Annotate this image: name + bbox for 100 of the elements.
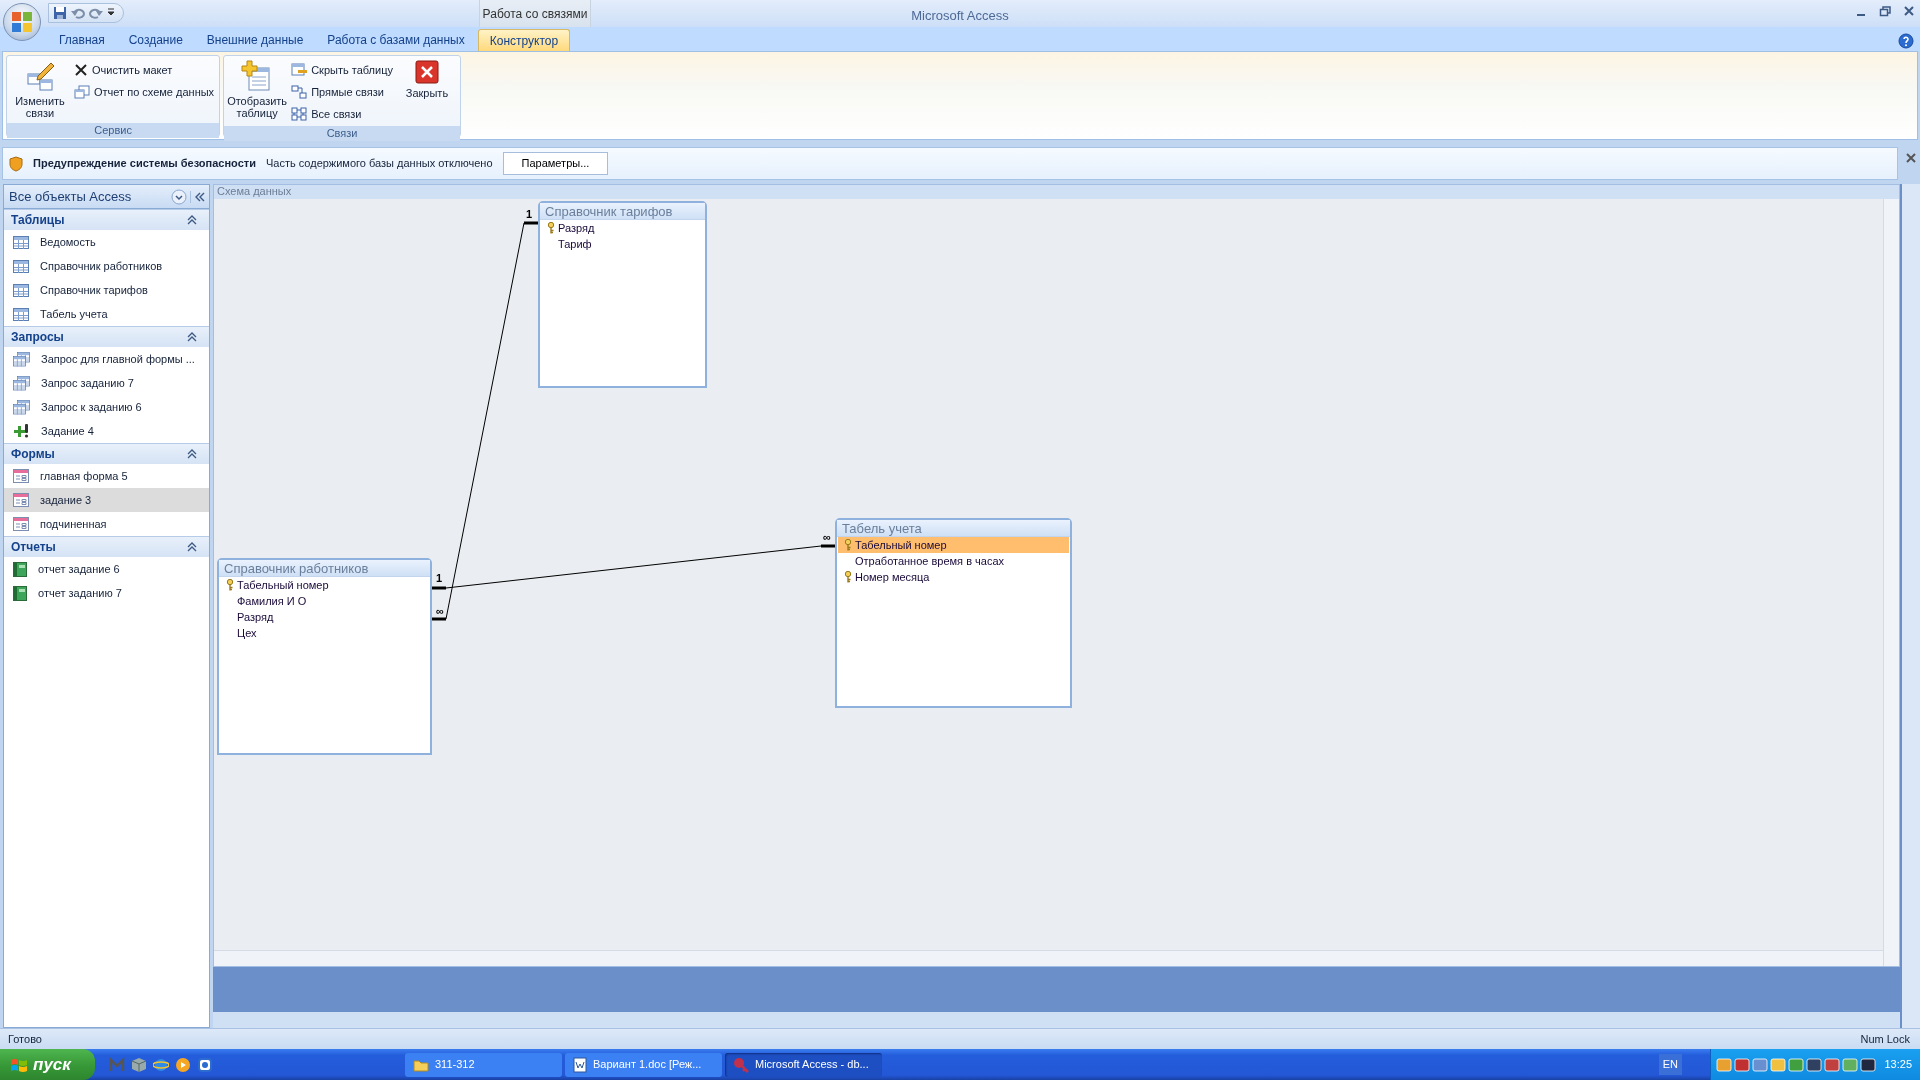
- cardinality-label: 1: [526, 208, 533, 220]
- taskbar-button[interactable]: Microsoft Access - db...: [725, 1052, 882, 1077]
- save-icon[interactable]: [53, 6, 67, 20]
- scrollbar[interactable]: [214, 950, 1883, 966]
- cardinality-label: 1: [436, 572, 443, 584]
- status-text: Готово: [8, 1031, 42, 1047]
- query-icon: [13, 351, 30, 367]
- field-row[interactable]: Табельный номер: [220, 577, 429, 593]
- ribbon-button[interactable]: Прямые связи: [289, 82, 395, 102]
- options-button[interactable]: Параметры...: [502, 152, 609, 175]
- form-icon: [13, 517, 29, 531]
- cardinality-label: ∞: [436, 605, 444, 617]
- launch-icon[interactable]: [153, 1056, 169, 1073]
- logo-icon: [11, 11, 33, 33]
- restore-icon[interactable]: [1878, 4, 1892, 18]
- taskbar-button[interactable]: 311-312: [405, 1052, 562, 1077]
- ribbon-tab[interactable]: Конструктор: [477, 29, 571, 51]
- language-indicator[interactable]: EN: [1658, 1054, 1682, 1075]
- launch-icon[interactable]: [131, 1056, 147, 1073]
- relationship-line[interactable]: [432, 544, 835, 590]
- group-header[interactable]: Таблицы: [4, 209, 209, 230]
- tray-icon[interactable]: [1806, 1056, 1822, 1073]
- plus-exclamation-icon: [13, 423, 30, 439]
- field-name: Номер месяца: [855, 569, 930, 585]
- table-icon: [13, 307, 29, 321]
- query-icon: [13, 399, 30, 415]
- group-header[interactable]: Отчеты: [4, 536, 209, 557]
- context-tab-group: Работа со связями: [479, 0, 591, 27]
- field-name: Табельный номер: [237, 577, 329, 593]
- scrollbar[interactable]: [1902, 184, 1920, 1028]
- dropdown-icon[interactable]: [171, 188, 187, 205]
- report-icon: [13, 585, 27, 601]
- group-header[interactable]: Формы: [4, 443, 209, 464]
- shield-icon: [9, 155, 23, 172]
- field-row[interactable]: Отработанное время в часах: [838, 553, 1069, 569]
- start-button[interactable]: пуск: [0, 1049, 95, 1080]
- field-row[interactable]: Разряд: [541, 220, 704, 236]
- ribbon-tab[interactable]: Создание: [117, 29, 194, 51]
- schema-window-title: Схема данных: [214, 185, 1899, 199]
- help-icon[interactable]: [1898, 32, 1914, 49]
- ribbon-tab[interactable]: Главная: [48, 29, 116, 51]
- field-name: Разряд: [237, 609, 274, 625]
- table-icon: [13, 259, 29, 273]
- field-name: Тариф: [558, 236, 592, 252]
- form-icon: [13, 493, 29, 507]
- ribbon-button[interactable]: Изменить связи: [10, 58, 70, 121]
- ribbon-button[interactable]: Закрыть: [396, 58, 457, 124]
- flag-icon: [10, 1056, 28, 1073]
- group-header[interactable]: Запросы: [4, 326, 209, 347]
- launch-icon[interactable]: [175, 1056, 191, 1073]
- taskbar-button[interactable]: Вариант 1.doc [Реж...: [565, 1052, 722, 1077]
- ribbon-button[interactable]: Отобразить таблицу: [227, 58, 288, 124]
- table-title: Табель учета: [837, 520, 1070, 537]
- field-name: Фамилия И О: [237, 593, 307, 609]
- clock: 13:25: [1884, 1057, 1912, 1073]
- field-name: Цех: [237, 625, 257, 641]
- field-row[interactable]: Номер месяца: [838, 569, 1069, 585]
- status-indicator: Num Lock: [1860, 1031, 1910, 1047]
- ribbon-button[interactable]: Скрыть таблицу: [289, 60, 395, 80]
- launch-icon[interactable]: [197, 1056, 213, 1073]
- close-icon: [414, 60, 439, 84]
- group-title: Запросы: [11, 329, 64, 346]
- group-title: Формы: [11, 446, 55, 463]
- ribbon-button[interactable]: Все связи: [289, 104, 395, 124]
- field-row[interactable]: Тариф: [541, 236, 704, 252]
- close-icon[interactable]: [1905, 152, 1917, 164]
- table-window[interactable]: Справочник работников Табельный номер Фамилия И О Разряд Цех: [217, 558, 432, 755]
- nav-item[interactable]: задание 3: [4, 488, 209, 512]
- table-title: Справочник работников: [219, 560, 430, 577]
- table-icon: [13, 283, 29, 297]
- office-button[interactable]: [3, 3, 41, 41]
- field-row[interactable]: Цех: [220, 625, 429, 641]
- field-row[interactable]: Фамилия И О: [220, 593, 429, 609]
- ribbon-tab[interactable]: Работа с базами данных: [316, 29, 476, 51]
- hide-table-icon: [291, 63, 308, 77]
- scrollbar[interactable]: [1883, 199, 1899, 966]
- table-title: Справочник тарифов: [540, 203, 705, 220]
- collapse-icon[interactable]: [194, 190, 206, 203]
- security-title: Предупреждение системы безопасности: [33, 156, 256, 172]
- undo-icon[interactable]: [71, 6, 85, 20]
- ribbon-button[interactable]: Отчет по схеме данных: [72, 82, 217, 102]
- form-icon: [13, 469, 29, 483]
- tray-icon[interactable]: [1860, 1056, 1876, 1073]
- field-row[interactable]: Табельный номер: [838, 537, 1069, 553]
- field-row[interactable]: Разряд: [220, 609, 429, 625]
- group-label: Связи: [224, 126, 460, 141]
- relationship-icon: [291, 85, 308, 99]
- cardinality-label: ∞: [823, 531, 831, 543]
- folder-icon: [413, 1057, 429, 1072]
- ribbon-button[interactable]: Очистить макет: [72, 60, 217, 80]
- field-name: Отработанное время в часах: [855, 553, 1004, 569]
- table-window[interactable]: Табель учета Табельный номер Отработанное время в часах Номер месяца: [835, 518, 1072, 708]
- security-message: Часть содержимого базы данных отключено: [265, 156, 493, 172]
- ribbon-tab[interactable]: Внешние данные: [195, 29, 315, 51]
- field-name: Разряд: [558, 220, 595, 236]
- table-icon: [13, 235, 29, 249]
- table-window[interactable]: Справочник тарифов Разряд Тариф: [538, 201, 707, 388]
- pane-title: Все объекты Access: [9, 187, 133, 206]
- close-icon[interactable]: [1902, 4, 1916, 18]
- scrollbar[interactable]: [213, 1012, 1900, 1028]
